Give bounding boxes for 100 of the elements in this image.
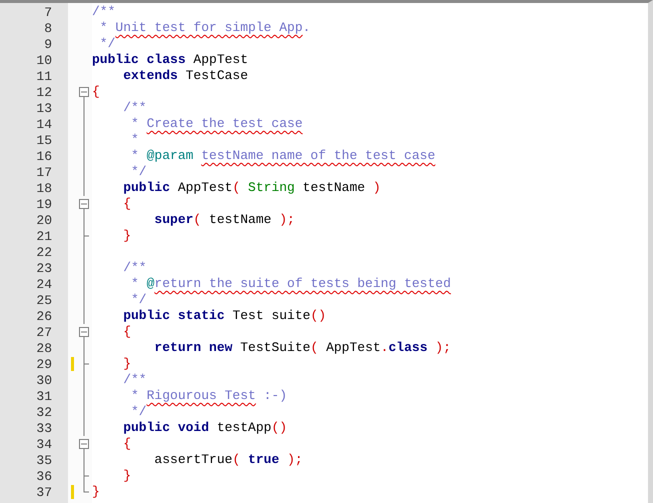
comment-text: * xyxy=(130,276,140,291)
operator-text: ); xyxy=(279,212,295,227)
misspelled-comment-text: testName name of the test case xyxy=(201,148,436,163)
code-text: TestCase xyxy=(186,68,248,83)
line-number: 23 xyxy=(35,260,53,276)
code-text: AppTest xyxy=(326,340,381,355)
line-number: 9 xyxy=(43,36,53,52)
comment-text: . xyxy=(302,20,310,35)
fold-toggle-icon[interactable] xyxy=(79,439,89,452)
operator-text: ( xyxy=(310,340,320,355)
misspelled-comment-text: Rigourous Test xyxy=(146,388,256,403)
code-text: AppTest xyxy=(178,180,232,195)
keyword-text: true xyxy=(248,452,280,467)
code-text: AppTest xyxy=(193,52,248,67)
comment-text: :-) xyxy=(262,388,288,403)
code-text: TestSuite xyxy=(240,340,310,355)
line-number: 18 xyxy=(35,180,53,196)
line-number: 22 xyxy=(35,244,53,260)
line-number: 31 xyxy=(35,388,53,404)
comment-text: * xyxy=(98,20,109,35)
line-number: 25 xyxy=(35,292,53,308)
comment-text: * xyxy=(130,116,140,131)
line-number: 36 xyxy=(35,468,53,484)
line-number: 17 xyxy=(35,164,53,180)
comment-text: */ xyxy=(130,404,147,419)
operator-text: ); xyxy=(435,340,451,355)
line-number: 33 xyxy=(35,420,53,436)
code-text: assertTrue xyxy=(153,452,232,467)
doc-tag-text: @ xyxy=(146,276,154,291)
fold-end-line xyxy=(84,356,90,372)
line-number: 28 xyxy=(35,340,53,356)
line-number: 20 xyxy=(35,212,53,228)
operator-text: . xyxy=(380,340,388,355)
fold-close-line xyxy=(84,484,90,492)
comment-text: */ xyxy=(130,164,147,179)
code-text: Test suite xyxy=(232,308,310,323)
comment-text: /** xyxy=(92,4,116,19)
line-number: 7 xyxy=(43,4,53,20)
code-text: testName xyxy=(302,180,366,195)
keyword-text: public static xyxy=(122,308,226,323)
comment-text: * xyxy=(130,388,140,403)
keyword-text: extends xyxy=(122,68,179,83)
line-number: 32 xyxy=(35,404,53,420)
line-number: 29 xyxy=(35,356,53,372)
line-number: 19 xyxy=(35,196,53,212)
misspelled-comment-text: Create the test case xyxy=(146,116,303,131)
operator-text: ) xyxy=(372,180,381,195)
code-text: testApp xyxy=(216,420,272,435)
line-number: 35 xyxy=(35,452,53,468)
operator-text: ( xyxy=(193,212,202,227)
comment-text: * xyxy=(130,132,139,147)
keyword-text: public xyxy=(122,180,172,195)
fold-end-line xyxy=(84,468,90,484)
doc-tag-text: @param xyxy=(146,148,194,163)
comment-text: /** xyxy=(122,100,147,115)
fold-end-line xyxy=(84,228,90,244)
operator-text: { xyxy=(92,84,100,99)
operator-text: { xyxy=(122,436,132,451)
comment-text: * xyxy=(130,148,140,163)
operator-text: ( xyxy=(232,452,242,467)
comment-text: /** xyxy=(122,260,147,275)
keyword-text: class xyxy=(388,340,428,355)
operator-text: () xyxy=(310,308,326,323)
line-number: 27 xyxy=(35,324,53,340)
line-number: 10 xyxy=(35,52,53,68)
keyword-text: return new xyxy=(153,340,234,355)
line-number: 13 xyxy=(35,100,53,116)
line-number: 15 xyxy=(35,132,53,148)
line-number: 34 xyxy=(35,436,53,452)
keyword-text: public void xyxy=(122,420,210,435)
fold-toggle-icon[interactable] xyxy=(79,327,89,340)
operator-text: } xyxy=(92,484,100,499)
comment-text: */ xyxy=(98,36,116,51)
comment-text: /** xyxy=(122,372,147,387)
operator-text: ); xyxy=(287,452,303,467)
line-number: 8 xyxy=(43,20,53,36)
comment-text: */ xyxy=(130,292,147,307)
code-text: testName xyxy=(209,212,272,227)
line-number: 14 xyxy=(35,116,53,132)
fold-toggle-icon[interactable] xyxy=(79,87,89,100)
fold-toggle-icon[interactable] xyxy=(79,199,89,212)
type-text: String xyxy=(248,180,295,195)
operator-text: ( xyxy=(232,180,242,195)
misspelled-comment-text: return the suite of tests being tested xyxy=(154,276,451,291)
line-number: 21 xyxy=(35,228,53,244)
line-number: 16 xyxy=(35,148,53,164)
keyword-text: super xyxy=(153,212,194,227)
operator-text: } xyxy=(122,468,132,483)
keyword-text: public class xyxy=(92,52,187,67)
line-number: 12 xyxy=(35,84,53,100)
operator-text: { xyxy=(122,196,132,211)
line-number: 24 xyxy=(35,276,53,292)
line-number: 11 xyxy=(35,68,53,84)
misspelled-comment-text: Unit test for simple App xyxy=(115,20,303,35)
line-number: 26 xyxy=(35,308,53,324)
line-number: 30 xyxy=(35,372,53,388)
operator-text: { xyxy=(122,324,132,339)
operator-text: () xyxy=(271,420,288,435)
operator-text: } xyxy=(122,356,132,371)
line-number: 37 xyxy=(35,484,53,500)
